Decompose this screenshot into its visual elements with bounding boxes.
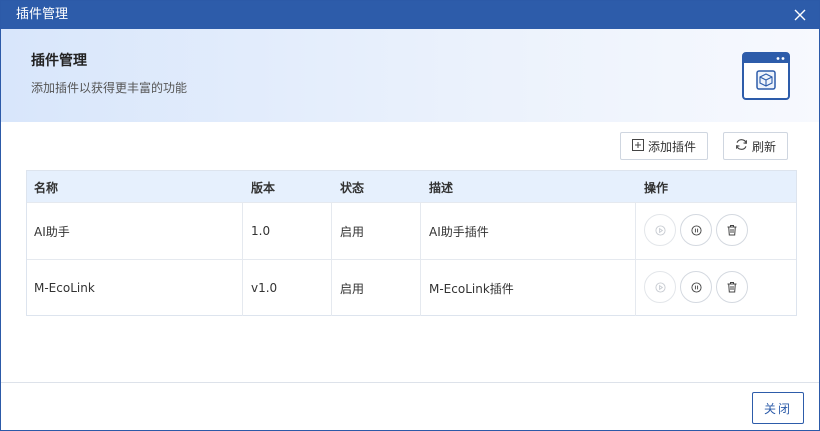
column-header-version: 版本 <box>251 181 276 195</box>
banner-subtitle: 添加插件以获得更丰富的功能 <box>31 81 188 95</box>
column-header-name: 名称 <box>34 181 59 195</box>
plugin-version: v1.0 <box>251 281 278 295</box>
dialog-titlebar: 插件管理 <box>1 1 819 29</box>
plugin-name: AI助手 <box>34 224 70 239</box>
plugin-status: 启用 <box>340 281 365 296</box>
close-button[interactable]: 关闭 <box>752 392 804 424</box>
trash-icon[interactable] <box>716 214 748 246</box>
plugin-table: 名称 版本 状态 描述 操作 AI助手 1.0 启用 AI助手插件 M-EcoL… <box>26 170 797 316</box>
plus-square-icon <box>631 138 644 154</box>
play-icon[interactable] <box>644 214 676 246</box>
refresh-button[interactable]: 刷新 <box>723 132 788 160</box>
column-header-description: 描述 <box>429 181 454 195</box>
add-plugin-label: 添加插件 <box>647 139 696 154</box>
trash-icon[interactable] <box>716 271 748 303</box>
plugin-version: 1.0 <box>251 224 271 238</box>
play-icon[interactable] <box>644 271 676 303</box>
plugin-manager-dialog: 插件管理 插件管理 添加插件以获得更丰富的功能 添加插件 刷新 名称 版本 状态… <box>0 0 820 431</box>
plugin-status: 启用 <box>340 224 365 239</box>
close-icon[interactable] <box>791 6 809 24</box>
row-actions <box>644 271 748 303</box>
column-header-actions: 操作 <box>644 181 669 195</box>
stop-icon[interactable] <box>680 271 712 303</box>
table-row: M-EcoLink v1.0 启用 M-EcoLink插件 <box>27 259 796 316</box>
plugin-description: M-EcoLink插件 <box>429 281 514 296</box>
dialog-footer: 关闭 <box>1 382 819 430</box>
refresh-icon <box>735 138 748 154</box>
column-header-status: 状态 <box>340 181 365 195</box>
dialog-title: 插件管理 <box>16 7 69 22</box>
table-header: 名称 版本 状态 描述 操作 <box>27 171 796 202</box>
dialog-banner: 插件管理 添加插件以获得更丰富的功能 <box>1 29 819 122</box>
row-actions <box>644 214 748 246</box>
banner-title: 插件管理 <box>31 53 87 69</box>
table-row: AI助手 1.0 启用 AI助手插件 <box>27 202 796 259</box>
plugin-description: AI助手插件 <box>429 224 489 239</box>
plugin-window-icon <box>742 52 790 100</box>
add-plugin-button[interactable]: 添加插件 <box>620 132 708 160</box>
refresh-label: 刷新 <box>751 139 776 154</box>
plugin-name: M-EcoLink <box>34 281 95 295</box>
stop-icon[interactable] <box>680 214 712 246</box>
